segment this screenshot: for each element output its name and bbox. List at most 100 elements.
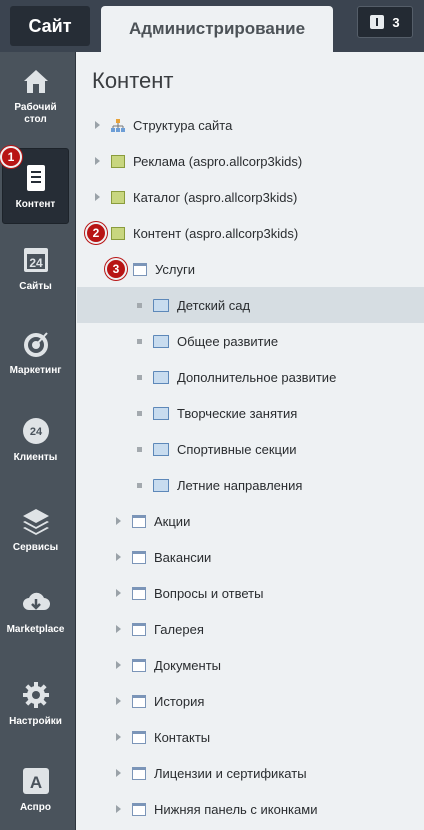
iblock-icon <box>133 262 147 276</box>
sidebar-item-settings[interactable]: Настройки <box>2 680 69 728</box>
tree-item-section[interactable]: Творческие занятия <box>77 395 424 431</box>
tree-item-label[interactable]: Галерея <box>154 622 204 637</box>
sidebar-item-marketing[interactable]: Маркетинг <box>2 329 69 377</box>
tree-item-label[interactable]: Документы <box>154 658 221 673</box>
iblock-icon <box>132 622 146 636</box>
expand-arrow-icon[interactable] <box>116 661 121 669</box>
expand-arrow-icon[interactable] <box>116 733 121 741</box>
tree-item-section[interactable]: Дополнительное развитие <box>77 359 424 395</box>
tree-item-label[interactable]: Контакты <box>154 730 210 745</box>
tree-item-label[interactable]: Вопросы и ответы <box>154 586 263 601</box>
expand-arrow-icon[interactable] <box>116 625 121 633</box>
sidebar-item-sites[interactable]: 24 Сайты <box>2 245 69 293</box>
tree-item-section[interactable]: Летние направления <box>77 467 424 503</box>
bullet-icon <box>137 410 142 416</box>
folder-icon <box>153 478 169 492</box>
cloud-download-icon <box>22 592 50 610</box>
expand-arrow-icon[interactable] <box>116 769 121 777</box>
sidebar-item-label: стол <box>24 114 47 125</box>
tree-item-label[interactable]: Услуги <box>155 262 195 277</box>
sidebar-item-desktop[interactable]: Рабочий стол <box>2 66 69 126</box>
iblock-icon <box>132 586 146 600</box>
tree-item-iblock[interactable]: Нижняя панель с иконками <box>77 791 424 827</box>
bullet-icon <box>137 374 142 380</box>
iblock-icon <box>132 766 146 780</box>
expand-arrow-icon[interactable] <box>95 193 100 201</box>
sidebar-item-label: Контент <box>15 199 56 210</box>
expand-arrow-icon[interactable] <box>116 553 121 561</box>
tree-item-iblock[interactable]: Акции <box>77 503 424 539</box>
layers-icon <box>22 509 49 535</box>
bullet-icon <box>137 482 142 488</box>
tree-item-label[interactable]: Структура сайта <box>133 118 232 133</box>
info-icon <box>370 15 385 29</box>
tree-item-label[interactable]: Нижняя панель с иконками <box>154 802 317 817</box>
aspro-icon: A <box>22 768 49 794</box>
tree-item-label[interactable]: Дополнительное развитие <box>177 370 336 385</box>
sidebar-item-label: Marketplace <box>6 624 65 635</box>
tree-item-section[interactable]: Детский сад <box>77 287 424 323</box>
tree-item-label[interactable]: Общее развитие <box>177 334 278 349</box>
tree-item-label[interactable]: Лицензии и сертификаты <box>154 766 307 781</box>
expand-arrow-icon[interactable] <box>116 589 121 597</box>
tree-item-services[interactable]: Услуги <box>77 251 424 287</box>
sidebar-item-label: Рабочий <box>14 102 57 113</box>
tree-item-iblock[interactable]: Вопросы и ответы <box>77 575 424 611</box>
tree-item-catalog[interactable]: Каталог (aspro.allcorp3kids) <box>77 179 424 215</box>
expand-arrow-icon[interactable] <box>95 157 100 165</box>
tree-item-content[interactable]: Контент (aspro.allcorp3kids) <box>77 215 424 251</box>
document-icon <box>26 165 45 191</box>
sidebar-item-clients[interactable]: 24 Клиенты <box>2 416 69 464</box>
page-title: Контент <box>92 68 174 93</box>
tree-item-label[interactable]: История <box>154 694 204 709</box>
expand-arrow-icon[interactable] <box>116 805 121 813</box>
sidebar-item-label: Маркетинг <box>9 365 62 376</box>
tree-item-label[interactable]: Реклама (aspro.allcorp3kids) <box>133 154 302 169</box>
tree-item-site-structure[interactable]: Структура сайта <box>77 107 424 143</box>
iblock-icon <box>132 730 146 744</box>
folder-icon <box>153 298 169 312</box>
expand-arrow-icon[interactable] <box>95 121 100 129</box>
tree-item-advertising[interactable]: Реклама (aspro.allcorp3kids) <box>77 143 424 179</box>
tree-item-label[interactable]: Творческие занятия <box>177 406 297 421</box>
tree-item-label[interactable]: Контент (aspro.allcorp3kids) <box>133 226 298 241</box>
iblock-type-icon <box>111 226 125 240</box>
tree-item-iblock[interactable]: Галерея <box>77 611 424 647</box>
iblock-icon <box>132 802 146 816</box>
tree-item-iblock[interactable]: Контакты <box>77 719 424 755</box>
tab-site[interactable]: Сайт <box>10 6 90 46</box>
bullet-icon <box>137 446 142 452</box>
tree-item-section[interactable]: Общее развитие <box>77 323 424 359</box>
tree-item-label[interactable]: Акции <box>154 514 190 529</box>
gear-icon <box>22 682 49 708</box>
tree-item-label[interactable]: Спортивные секции <box>177 442 296 457</box>
sidebar: Рабочий стол Контент 24 Сайты Маркетинг <box>0 52 76 830</box>
folder-icon <box>153 370 169 384</box>
step-badge-2: 2 <box>85 222 107 244</box>
tree-item-section[interactable]: Спортивные секции <box>77 431 424 467</box>
tab-administration[interactable]: Администрирование <box>101 6 333 52</box>
tree-item-label[interactable]: Вакансии <box>154 550 211 565</box>
tree-item-label[interactable]: Летние направления <box>177 478 302 493</box>
clients-icon: 24 <box>22 418 49 444</box>
notifications-count: 3 <box>392 14 400 30</box>
iblock-icon <box>132 514 146 528</box>
tree-item-iblock[interactable]: История <box>77 683 424 719</box>
expand-arrow-icon[interactable] <box>116 697 121 705</box>
tree-item-iblock[interactable]: Документы <box>77 647 424 683</box>
notifications-button[interactable]: 3 <box>357 6 413 38</box>
sidebar-item-services[interactable]: Сервисы <box>2 506 69 554</box>
bullet-icon <box>137 302 142 308</box>
expand-arrow-icon[interactable] <box>116 517 121 525</box>
tree-item-iblock[interactable]: Лицензии и сертификаты <box>77 755 424 791</box>
sidebar-item-aspro[interactable]: A Аспро <box>2 766 69 814</box>
sidebar-item-marketplace[interactable]: Marketplace <box>2 588 69 636</box>
top-bar: Сайт Администрирование 3 <box>0 0 424 52</box>
target-icon <box>23 332 48 357</box>
tree-item-label[interactable]: Детский сад <box>177 298 250 313</box>
bullet-icon <box>137 338 142 344</box>
tree-item-iblock[interactable]: Вакансии <box>77 539 424 575</box>
sidebar-item-label: Аспро <box>20 802 51 813</box>
tree-item-label[interactable]: Каталог (aspro.allcorp3kids) <box>133 190 297 205</box>
folder-icon <box>153 406 169 420</box>
